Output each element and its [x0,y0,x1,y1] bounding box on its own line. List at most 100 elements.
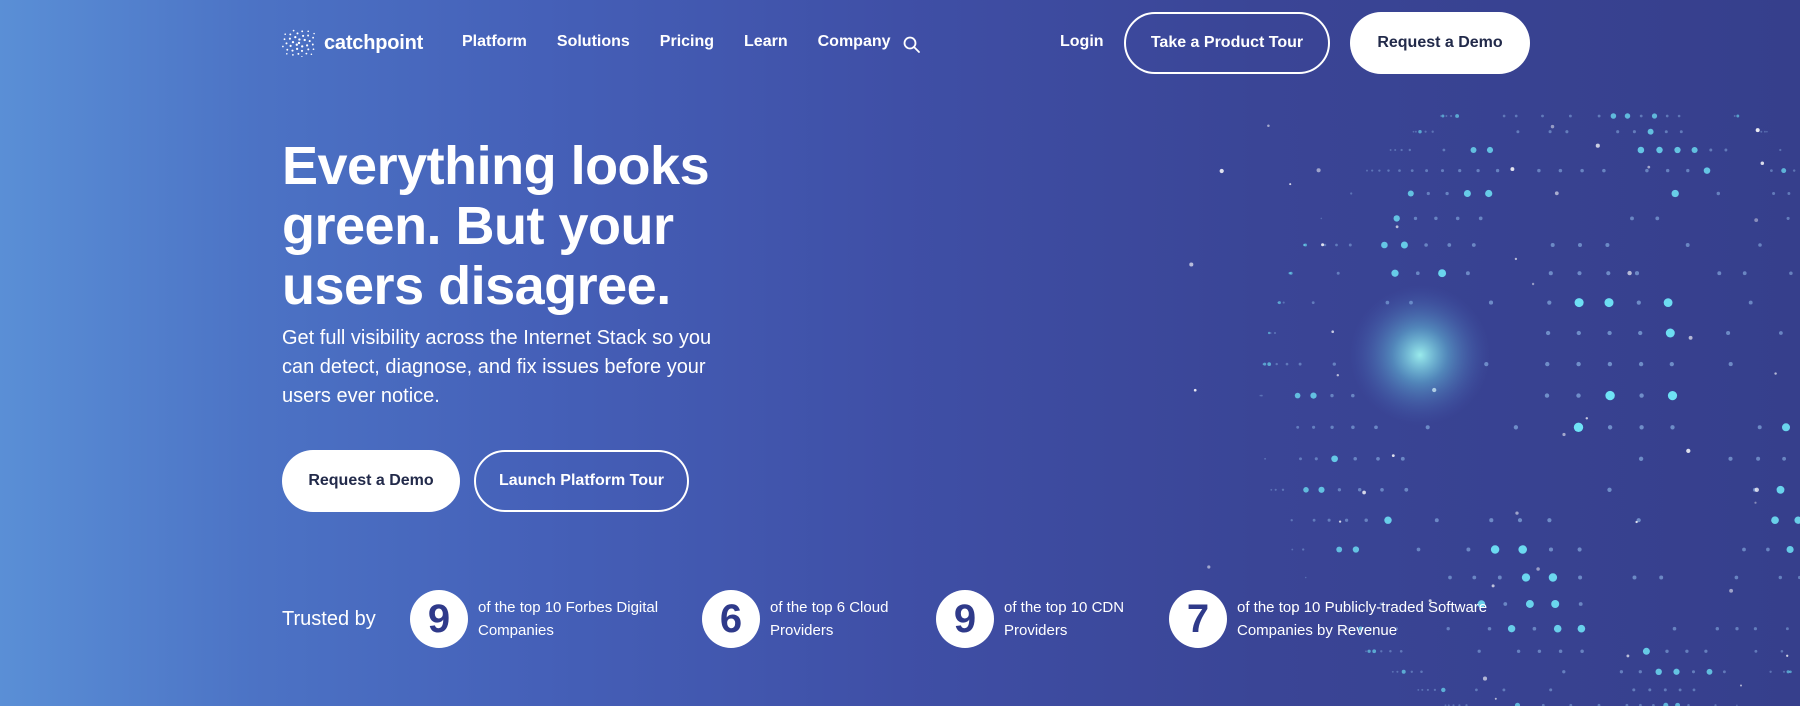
globe-dot [1414,130,1417,133]
globe-dot [1651,113,1658,119]
globe-dot [1393,215,1400,222]
globe-dot [1445,191,1449,196]
globe-dot [1219,168,1224,174]
globe-dot [1476,168,1480,173]
globe-dot [1376,456,1380,461]
globe-dot [1639,425,1644,430]
globe-dot [1786,654,1789,657]
globe-dot [1772,191,1776,196]
globe-dot [1447,243,1452,247]
stat-text: of the top 10 Publicly-traded Software C… [1237,599,1488,639]
globe-dot [1537,649,1542,654]
globe-dot [1754,218,1759,223]
nav-link-platform[interactable]: Platform [462,33,527,51]
search-icon[interactable] [902,35,922,55]
globe-dot [1434,216,1438,221]
globe-dot [1260,394,1263,397]
globe-dot [1490,545,1500,554]
globe-dot [1399,649,1403,653]
top-navigation: catchpoint Platform Solutions Pricing Le… [0,0,1800,86]
hero-request-demo-button[interactable]: Request a Demo [282,450,460,512]
globe-dot [1316,168,1321,173]
globe-dot [1330,425,1334,429]
stat-number: 9 [410,590,468,648]
login-link[interactable]: Login [1060,33,1104,51]
nav-request-demo-button[interactable]: Request a Demo [1350,12,1530,74]
globe-dot [1545,330,1551,336]
globe-dot [1550,124,1555,129]
globe-dot [1780,650,1784,653]
globe-dot [1421,688,1424,691]
globe-dot [1602,168,1606,173]
logo-dot [289,44,292,47]
globe-dot [1448,575,1452,580]
globe-dot [1656,146,1663,154]
globe-dot [1267,362,1272,366]
globe-dot [1485,189,1493,198]
globe-dot [1282,301,1285,304]
globe-dot [1692,688,1696,692]
globe-dot [1441,687,1446,693]
globe-dot [1553,624,1562,633]
globe-dot [1521,573,1531,582]
globe-dot [1577,242,1583,248]
globe-dot [1638,670,1642,674]
globe-dot [1647,165,1651,169]
globe-dot [1455,216,1460,221]
globe-dot [1757,425,1762,430]
globe-dot [1394,148,1397,152]
globe-dot [1310,392,1317,399]
globe-dot [1677,114,1681,118]
globe-dot [1291,548,1294,551]
globe-dot [1632,688,1636,692]
globe-dot [1477,649,1481,653]
globe-dot [1781,168,1787,174]
logo-dot [286,48,289,51]
logo-dot [310,53,313,55]
globe-dot [1407,190,1414,197]
globe-dot [1605,390,1615,401]
globe-dot [1736,114,1740,118]
globe-dot [1312,425,1316,429]
logo-dot [308,40,311,43]
globe-dot [1671,189,1679,198]
nav-link-learn[interactable]: Learn [744,33,788,51]
globe-dot [1304,576,1307,579]
globe-dot [1706,668,1713,675]
globe-dot [1663,688,1667,692]
globe-dot [1400,148,1403,152]
globe-dot [1396,670,1399,673]
globe-dot [1576,393,1581,398]
nav-link-company[interactable]: Company [818,33,891,51]
globe-dot [1263,362,1267,366]
globe-dot [1607,330,1612,336]
globe-dot [1344,518,1349,522]
globe-dot [1510,167,1515,172]
globe-dot [1352,546,1360,553]
stat-text: of the top 10 Forbes Digital Companies [478,599,659,639]
globe-dot [1491,584,1495,588]
logo-dot [307,48,310,51]
globe-dot [1380,487,1384,492]
globe-dot [1576,361,1581,367]
globe-dot [1792,169,1796,172]
globe-dot [1779,331,1783,335]
globe-dot [1576,330,1581,336]
take-product-tour-button[interactable]: Take a Product Tour [1124,12,1330,74]
globe-dot [1724,148,1728,152]
globe-dot [1366,169,1368,172]
globe-dot [1627,270,1632,276]
globe-dot [1639,393,1644,398]
globe-dot [1753,627,1757,631]
globe-dot [1667,391,1678,401]
nav-link-solutions[interactable]: Solutions [557,33,630,51]
globe-dot [1638,456,1644,461]
globe-dot [1717,271,1722,276]
launch-platform-tour-button[interactable]: Launch Platform Tour [474,450,689,512]
globe-dot [1515,511,1519,515]
nav-link-pricing[interactable]: Pricing [660,33,714,51]
catchpoint-logo[interactable]: catchpoint [282,28,423,58]
globe-dot [1637,146,1645,154]
globe-dot [1760,161,1765,166]
globe-dot [1597,114,1601,118]
